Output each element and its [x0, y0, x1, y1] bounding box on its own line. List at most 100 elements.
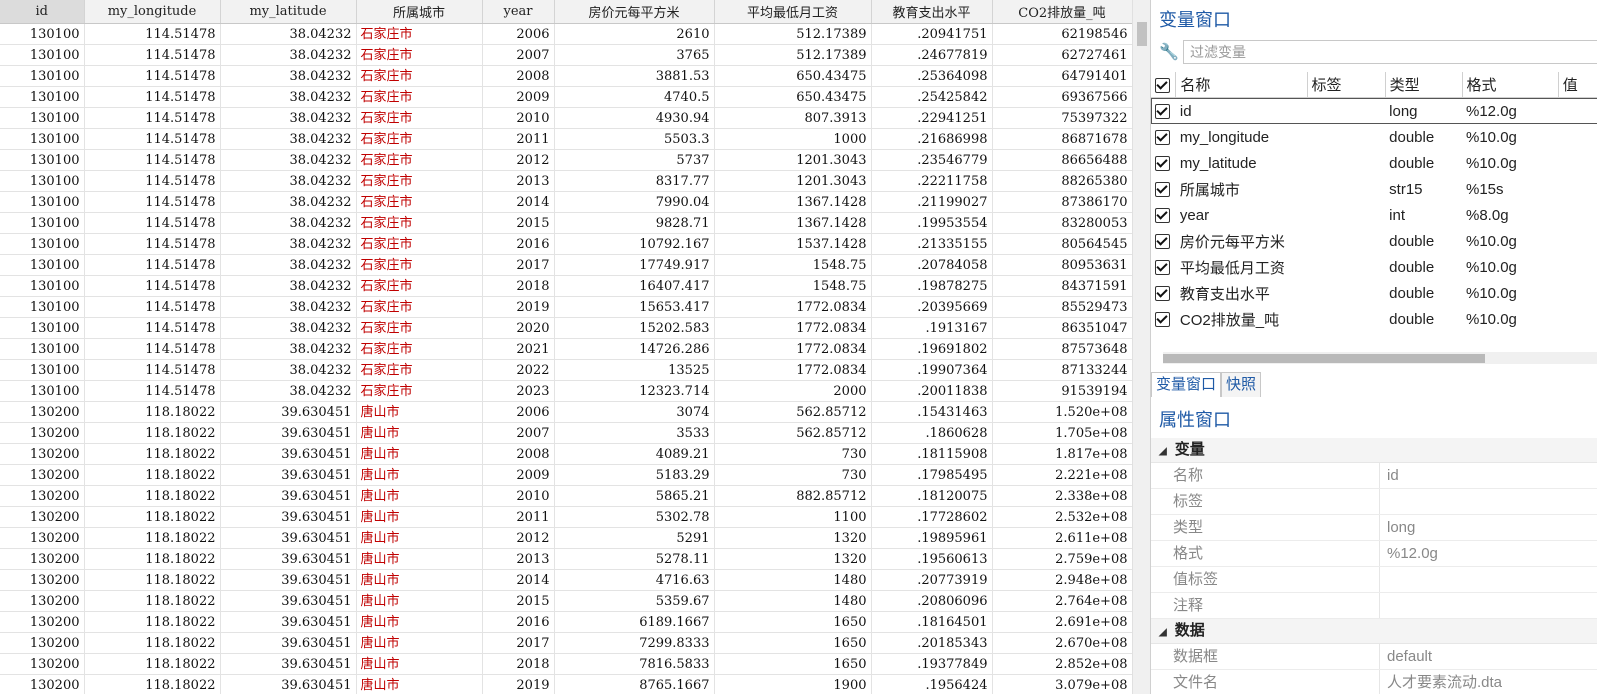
table-row[interactable]: 130100 114.51478 38.04232 石家庄市 2014 7990.04 13…	[0, 191, 1132, 213]
table-cell[interactable]: 1367.1428	[714, 212, 872, 234]
table-cell[interactable]: 114.51478	[84, 233, 221, 255]
table-row[interactable]: 130200 118.18022 39.630451 唐山市 2016 6189.1667…	[0, 611, 1132, 633]
table-cell[interactable]: 39.630451	[220, 632, 357, 654]
table-cell[interactable]: 38.04232	[220, 359, 357, 381]
table-row[interactable]: 130100 114.51478 38.04232 石家庄市 2016 10792.167…	[0, 233, 1132, 255]
property-section[interactable]: ◢ 数据	[1151, 619, 1597, 644]
table-cell[interactable]: 石家庄市	[356, 128, 483, 150]
column-header[interactable]: my_longitude	[84, 0, 221, 24]
table-row[interactable]: 130200 118.18022 39.630451 唐山市 2007 3533 562.8…	[0, 422, 1132, 444]
table-cell[interactable]: 石家庄市	[356, 65, 483, 87]
table-cell[interactable]: 7816.5833	[554, 653, 715, 675]
table-cell[interactable]: 2.611e+08	[992, 527, 1132, 549]
table-cell[interactable]: 2.670e+08	[992, 632, 1132, 654]
table-row[interactable]: 130200 118.18022 39.630451 唐山市 2015 5359.67 14…	[0, 590, 1132, 612]
table-cell[interactable]: 1548.75	[714, 275, 872, 297]
variable-row[interactable]: my_longitude double %10.0g	[1151, 124, 1597, 150]
table-cell[interactable]: 650.43475	[714, 65, 872, 87]
table-cell[interactable]: 130100	[0, 149, 85, 171]
table-cell[interactable]: 2006	[482, 23, 555, 45]
table-row[interactable]: 130200 118.18022 39.630451 唐山市 2012 5291 1320.…	[0, 527, 1132, 549]
table-cell[interactable]: 118.18022	[84, 548, 221, 570]
table-cell[interactable]: 1320	[714, 548, 872, 570]
table-cell[interactable]: 118.18022	[84, 590, 221, 612]
table-cell[interactable]: 38.04232	[220, 254, 357, 276]
variable-checkbox[interactable]	[1151, 306, 1176, 332]
table-row[interactable]: 130200 118.18022 39.630451 唐山市 2014 4716.63 14…	[0, 569, 1132, 591]
table-cell[interactable]: .21686998	[871, 128, 993, 150]
table-cell[interactable]: .19691802	[871, 338, 993, 360]
table-cell[interactable]: 86656488	[992, 149, 1132, 171]
table-cell[interactable]: .21199027	[871, 191, 993, 213]
table-cell[interactable]: 2020	[482, 317, 555, 339]
table-cell[interactable]: 64791401	[992, 65, 1132, 87]
table-cell[interactable]: 62198546	[992, 23, 1132, 45]
table-cell[interactable]: 2007	[482, 422, 555, 444]
table-cell[interactable]: 130200	[0, 401, 85, 423]
table-cell[interactable]: 2015	[482, 212, 555, 234]
table-cell[interactable]: 1480	[714, 569, 872, 591]
table-cell[interactable]: 2011	[482, 506, 555, 528]
scroll-thumb[interactable]	[1137, 22, 1147, 46]
table-cell[interactable]: 5278.11	[554, 548, 715, 570]
table-cell[interactable]: 114.51478	[84, 107, 221, 129]
table-cell[interactable]: 8317.77	[554, 170, 715, 192]
table-cell[interactable]: 唐山市	[356, 569, 483, 591]
table-cell[interactable]: 2019	[482, 674, 555, 694]
table-cell[interactable]: 80953631	[992, 254, 1132, 276]
table-row[interactable]: 130200 118.18022 39.630451 唐山市 2008 4089.21 73…	[0, 443, 1132, 465]
table-cell[interactable]: 39.630451	[220, 422, 357, 444]
table-cell[interactable]: 2021	[482, 338, 555, 360]
table-cell[interactable]: 118.18022	[84, 506, 221, 528]
table-row[interactable]: 130200 118.18022 39.630451 唐山市 2017 7299.8333…	[0, 632, 1132, 654]
table-cell[interactable]: 39.630451	[220, 653, 357, 675]
table-cell[interactable]: .17728602	[871, 506, 993, 528]
column-header[interactable]: year	[482, 0, 555, 24]
select-all-checkbox[interactable]	[1151, 72, 1177, 98]
table-cell[interactable]: 2016	[482, 611, 555, 633]
table-cell[interactable]: 118.18022	[84, 443, 221, 465]
table-cell[interactable]: 唐山市	[356, 611, 483, 633]
variables-table[interactable]: 名称 标签 类型 格式 值 id long %12.0g my_longitude do…	[1151, 72, 1597, 332]
table-cell[interactable]: 118.18022	[84, 527, 221, 549]
table-cell[interactable]: 12323.714	[554, 380, 715, 402]
table-row[interactable]: 130100 114.51478 38.04232 石家庄市 2010 4930.94 80…	[0, 107, 1132, 129]
table-cell[interactable]: 87386170	[992, 191, 1132, 213]
table-cell[interactable]: 130100	[0, 380, 85, 402]
table-cell[interactable]: 石家庄市	[356, 275, 483, 297]
property-row[interactable]: 值标签	[1151, 567, 1597, 593]
table-cell[interactable]: 118.18022	[84, 464, 221, 486]
table-cell[interactable]: 130200	[0, 527, 85, 549]
table-cell[interactable]: 39.630451	[220, 590, 357, 612]
table-cell[interactable]: 114.51478	[84, 380, 221, 402]
table-cell[interactable]: 1650	[714, 611, 872, 633]
variable-checkbox[interactable]	[1151, 280, 1176, 306]
table-cell[interactable]: 130200	[0, 548, 85, 570]
table-cell[interactable]: 39.630451	[220, 401, 357, 423]
property-row[interactable]: 文件名 人才要素流动.dta	[1151, 670, 1597, 694]
table-row[interactable]: 130100 114.51478 38.04232 石家庄市 2013 8317.77 12…	[0, 170, 1132, 192]
col-header-label[interactable]: 标签	[1307, 72, 1386, 98]
table-cell[interactable]: 118.18022	[84, 653, 221, 675]
table-cell[interactable]: 39.630451	[220, 611, 357, 633]
property-row[interactable]: 类型 long	[1151, 515, 1597, 541]
table-cell[interactable]: .19878275	[871, 275, 993, 297]
table-cell[interactable]: 15202.583	[554, 317, 715, 339]
table-cell[interactable]: 石家庄市	[356, 107, 483, 129]
table-cell[interactable]: 1480	[714, 590, 872, 612]
table-row[interactable]: 130100 114.51478 38.04232 石家庄市 2007 3765 512.1…	[0, 44, 1132, 66]
table-cell[interactable]: .20011838	[871, 380, 993, 402]
table-row[interactable]: 130100 114.51478 38.04232 石家庄市 2012 5737 1201.…	[0, 149, 1132, 171]
variable-row[interactable]: id long %12.0g	[1151, 98, 1597, 125]
table-cell[interactable]: 130100	[0, 212, 85, 234]
table-row[interactable]: 130100 114.51478 38.04232 石家庄市 2020 15202.583…	[0, 317, 1132, 339]
table-row[interactable]: 130100 114.51478 38.04232 石家庄市 2008 3881.53 65…	[0, 65, 1132, 87]
table-cell[interactable]: 石家庄市	[356, 359, 483, 381]
filter-variables-input[interactable]: 过滤变量	[1183, 40, 1597, 64]
table-cell[interactable]: 39.630451	[220, 527, 357, 549]
collapse-triangle-icon[interactable]: ◢	[1159, 621, 1167, 645]
collapse-triangle-icon[interactable]: ◢	[1159, 440, 1167, 464]
table-cell[interactable]: 3881.53	[554, 65, 715, 87]
table-cell[interactable]: 91539194	[992, 380, 1132, 402]
table-cell[interactable]: 62727461	[992, 44, 1132, 66]
